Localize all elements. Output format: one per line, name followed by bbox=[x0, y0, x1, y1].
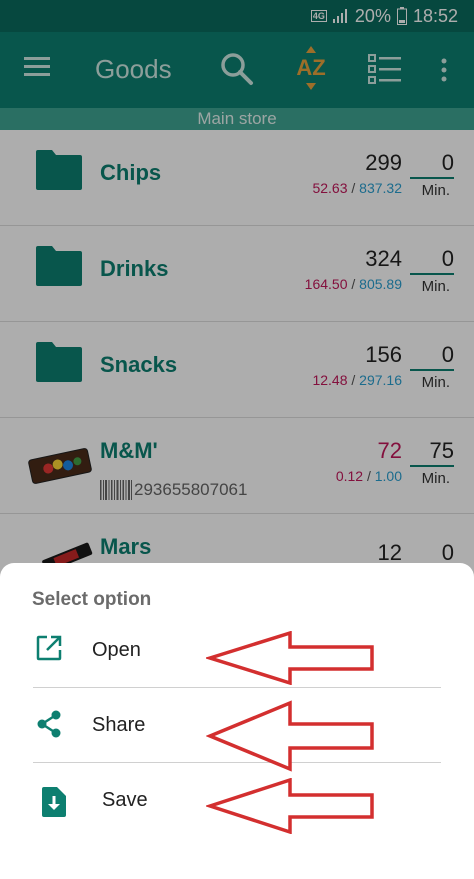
open-label: Open bbox=[92, 639, 141, 661]
left-arrow-icon bbox=[206, 778, 374, 834]
share-icon bbox=[37, 710, 61, 738]
left-arrow-icon bbox=[206, 631, 374, 685]
open-in-new-icon bbox=[36, 635, 62, 661]
share-label: Share bbox=[92, 714, 146, 736]
sheet-title: Select option bbox=[32, 589, 152, 610]
bottom-sheet: Select option Open Share Save bbox=[0, 563, 474, 879]
save-file-icon bbox=[42, 787, 66, 817]
save-label: Save bbox=[102, 789, 148, 811]
left-arrow-icon bbox=[206, 700, 374, 772]
